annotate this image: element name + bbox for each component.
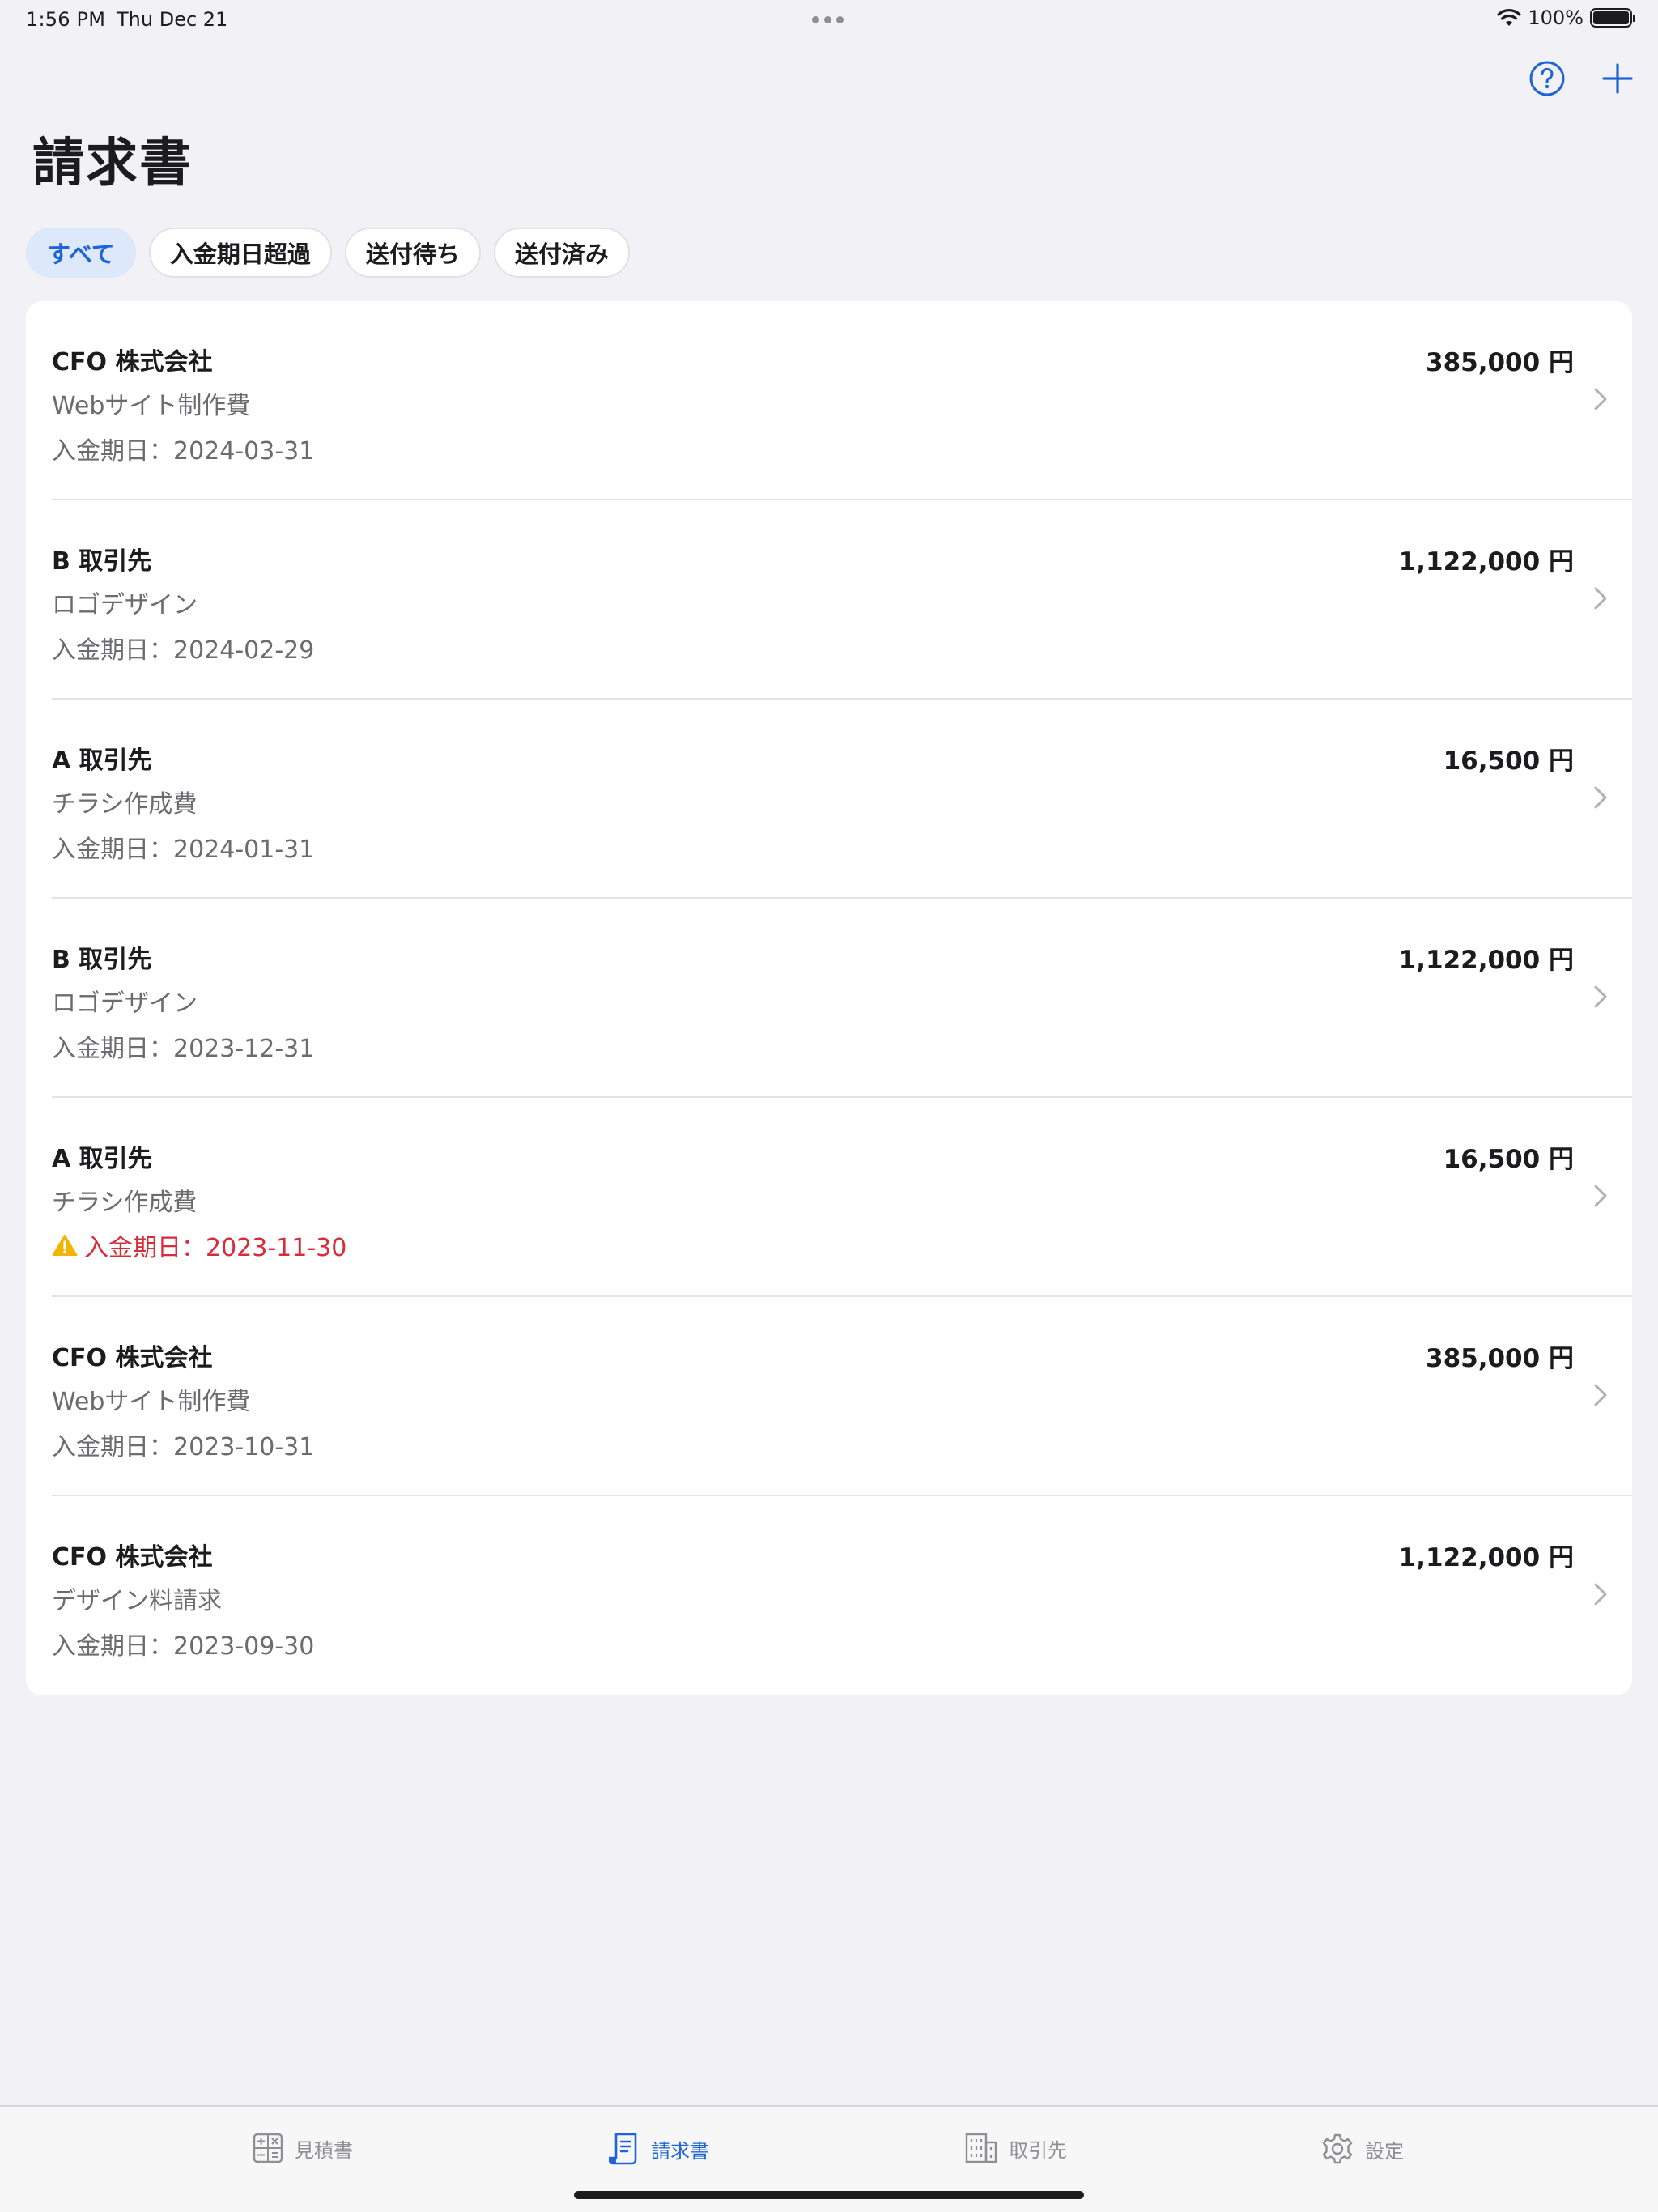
invoice-row[interactable]: B 取引先 1,122,000 円 ロゴデザイン 入金期日：2023-12-31 — [26, 899, 1632, 1098]
due-date-text: 入金期日：2023-12-31 — [52, 1035, 315, 1063]
invoice-row[interactable]: B 取引先 1,122,000 円 ロゴデザイン 入金期日：2024-02-29 — [26, 500, 1632, 700]
invoice-subject: チラシ作成費 — [52, 1189, 198, 1217]
client-name: A 取引先 — [52, 1145, 152, 1173]
filter-chip-unsent[interactable]: 送付待ち — [344, 228, 481, 278]
filter-chip-sent[interactable]: 送付済み — [493, 228, 630, 278]
invoice-amount: 1,122,000 円 — [1398, 1543, 1574, 1572]
due-date: 入金期日：2024-02-29 — [52, 630, 314, 666]
status-date: Thu Dec 21 — [117, 8, 228, 31]
invoice-row[interactable]: CFO 株式会社 385,000 円 Webサイト制作費 入金期日：2024-0… — [26, 301, 1632, 500]
filter-chip-overdue[interactable]: 入金期日超過 — [148, 228, 332, 278]
plus-icon — [1602, 63, 1633, 94]
gear-icon — [1322, 2133, 1353, 2164]
nav-actions — [1528, 60, 1634, 97]
wifi-icon — [1497, 9, 1521, 27]
chevron-right-icon — [1593, 1582, 1608, 1606]
invoice-subject: チラシ作成費 — [52, 790, 198, 819]
invoice-subject: Webサイト制作費 — [52, 1388, 251, 1416]
warning-icon — [52, 1234, 78, 1257]
invoice-subject: デザイン料請求 — [52, 1587, 222, 1615]
due-date-text: 入金期日：2024-01-31 — [52, 836, 315, 864]
invoice-list-screen: 1:56 PM Thu Dec 21 100% 請求書 すべて 入金期日超過 送… — [0, 0, 1658, 2212]
invoice-list: CFO 株式会社 385,000 円 Webサイト制作費 入金期日：2024-0… — [26, 301, 1632, 1695]
client-name: B 取引先 — [52, 547, 152, 576]
due-date-text: 入金期日：2023-09-30 — [52, 1632, 315, 1661]
chevron-right-icon — [1593, 387, 1608, 411]
status-indicators: 100% — [1497, 6, 1635, 29]
tab-label: 設定 — [1365, 2139, 1404, 2163]
tab-label: 取引先 — [1009, 2138, 1067, 2162]
due-date-text: 入金期日：2023-10-31 — [52, 1433, 315, 1461]
client-name: CFO 株式会社 — [52, 1344, 213, 1372]
due-date-text: 入金期日：2024-03-31 — [52, 437, 315, 466]
invoice-amount: 1,122,000 円 — [1398, 946, 1574, 975]
due-date: 入金期日：2023-10-31 — [52, 1427, 314, 1462]
invoice-row[interactable]: CFO 株式会社 385,000 円 Webサイト制作費 入金期日：2023-1… — [26, 1297, 1632, 1496]
invoice-amount: 1,122,000 円 — [1398, 547, 1574, 576]
status-bar: 1:56 PM Thu Dec 21 100% — [0, 0, 1658, 39]
chevron-right-icon — [1593, 1383, 1608, 1407]
due-date-overdue: 入金期日：2023-11-30 — [52, 1227, 346, 1263]
tab-label: 請求書 — [651, 2139, 709, 2163]
tab-label: 見積書 — [295, 2138, 353, 2162]
chevron-right-icon — [1593, 985, 1608, 1009]
invoice-amount: 385,000 円 — [1426, 1344, 1574, 1373]
tab-estimates[interactable]: 見積書 — [253, 2133, 353, 2163]
multitasking-dots-icon[interactable] — [812, 16, 844, 23]
invoice-amount: 16,500 円 — [1443, 747, 1574, 776]
due-date: 入金期日：2023-12-31 — [52, 1028, 314, 1064]
battery-percent: 100% — [1528, 6, 1584, 29]
filter-chip-all[interactable]: すべて — [26, 228, 136, 278]
chevron-right-icon — [1593, 785, 1608, 810]
help-button[interactable] — [1528, 60, 1566, 97]
question-circle-icon — [1529, 61, 1565, 96]
invoice-amount: 385,000 円 — [1426, 348, 1574, 377]
add-invoice-button[interactable] — [1601, 62, 1634, 95]
invoice-subject: ロゴデザイン — [52, 989, 198, 1018]
invoice-icon — [609, 2133, 637, 2165]
invoice-row[interactable]: CFO 株式会社 1,122,000 円 デザイン料請求 入金期日：2023-0… — [26, 1496, 1632, 1695]
home-indicator[interactable] — [574, 2191, 1084, 2199]
client-name: A 取引先 — [52, 747, 152, 775]
due-date-text: 入金期日：2023-11-30 — [84, 1234, 347, 1262]
invoice-subject: Webサイト制作費 — [52, 392, 251, 420]
tab-settings[interactable]: 設定 — [1321, 2133, 1404, 2165]
calculator-icon — [253, 2133, 283, 2163]
invoice-row[interactable]: A 取引先 16,500 円 チラシ作成費 入金期日：2024-01-31 — [26, 700, 1632, 899]
filter-chips: すべて 入金期日超過 送付待ち 送付済み — [26, 228, 630, 278]
chevron-right-icon — [1593, 1184, 1608, 1208]
tab-invoices[interactable]: 請求書 — [609, 2133, 709, 2165]
client-name: CFO 株式会社 — [52, 1543, 213, 1572]
tab-clients[interactable]: 取引先 — [965, 2133, 1067, 2163]
invoice-amount: 16,500 円 — [1443, 1145, 1574, 1174]
due-date: 入金期日：2023-09-30 — [52, 1626, 314, 1661]
due-date: 入金期日：2024-01-31 — [52, 829, 314, 865]
due-date-text: 入金期日：2024-02-29 — [52, 636, 315, 665]
building-icon — [965, 2133, 997, 2163]
chevron-right-icon — [1593, 586, 1608, 610]
battery-icon — [1590, 8, 1635, 28]
invoice-subject: ロゴデザイン — [52, 591, 198, 619]
page-title: 請求書 — [32, 134, 193, 194]
client-name: CFO 株式会社 — [52, 348, 213, 376]
due-date: 入金期日：2024-03-31 — [52, 431, 314, 466]
client-name: B 取引先 — [52, 946, 152, 974]
invoice-row-overdue[interactable]: A 取引先 16,500 円 チラシ作成費 入金期日：2023-11-30 — [26, 1098, 1632, 1297]
status-time: 1:56 PM — [26, 8, 106, 31]
